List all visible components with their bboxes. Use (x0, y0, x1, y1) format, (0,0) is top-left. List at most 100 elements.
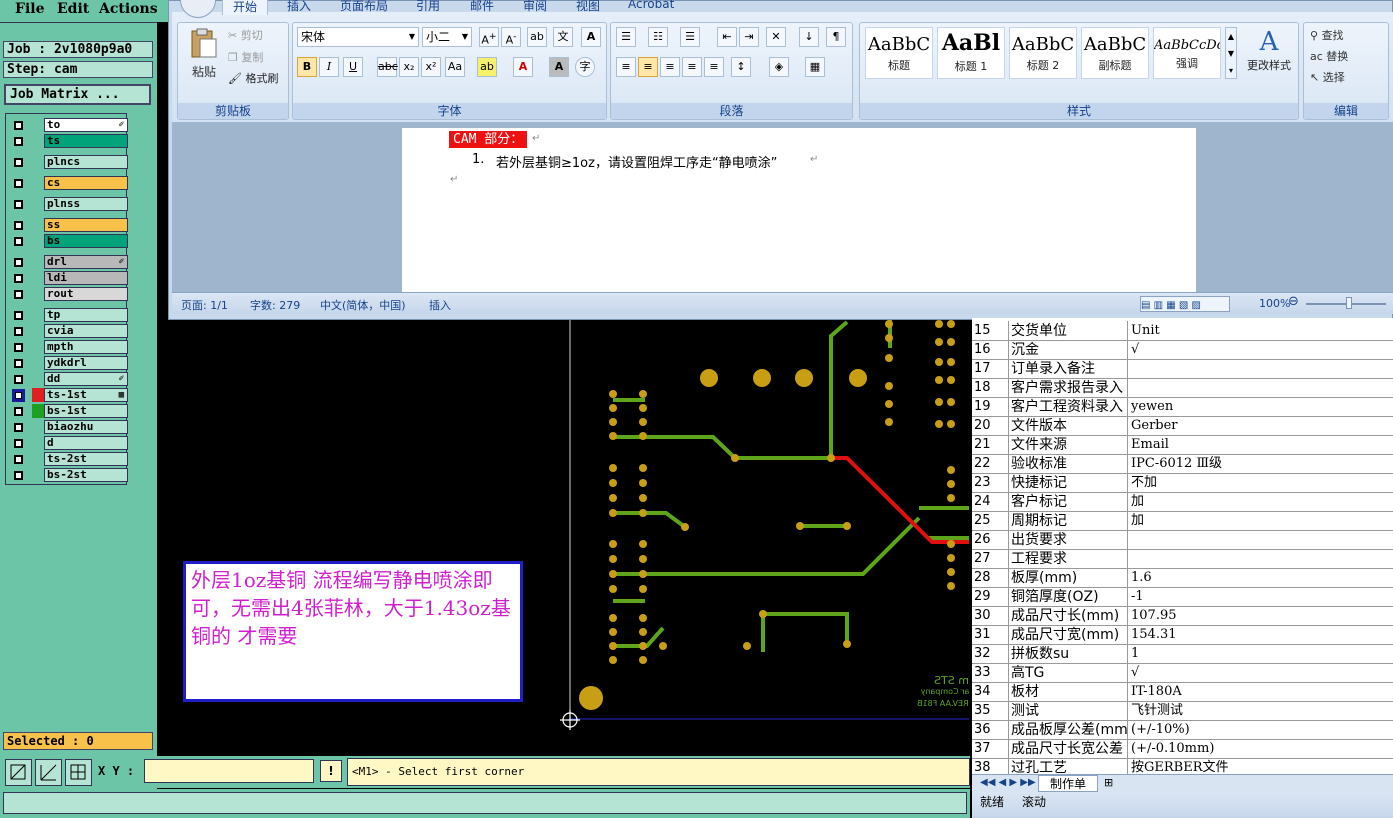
layer-name[interactable]: ss (44, 218, 128, 232)
row-label[interactable]: 交货单位 (1008, 321, 1127, 340)
zoom-area-button[interactable] (5, 759, 32, 786)
row-label[interactable]: 周期标记 (1008, 511, 1127, 530)
table-row[interactable]: 19 客户工程资料录入 yewen (972, 397, 1393, 417)
layer-name[interactable]: cvia (44, 324, 128, 338)
zoom-level[interactable]: 100% (1259, 297, 1290, 310)
view-buttons[interactable]: ▤ ▥ ▦ ▧ ▨ (1140, 296, 1230, 312)
row-label[interactable]: 高TG (1008, 663, 1127, 682)
layer-checkbox[interactable] (14, 343, 23, 352)
layer-row-drl[interactable]: drl ✐ (10, 255, 128, 269)
multilevel-list-button[interactable]: ☰ (680, 27, 700, 47)
menu-edit[interactable]: Edit (57, 1, 89, 17)
sort-button[interactable]: ↓ (799, 27, 819, 47)
change-case-button[interactable]: Aa (445, 57, 465, 77)
row-label[interactable]: 板材 (1008, 682, 1127, 701)
layer-checkbox[interactable] (14, 158, 23, 167)
table-row[interactable]: 33 高TG √ (972, 663, 1393, 683)
change-styles-button[interactable]: A 更改样式 (1240, 27, 1298, 87)
table-row[interactable]: 20 文件版本 Gerber (972, 416, 1393, 436)
measure-button[interactable] (35, 759, 62, 786)
style-subtitle[interactable]: AaBbC 副标题 (1081, 27, 1149, 79)
layer-row-ss[interactable]: ss (10, 218, 128, 232)
style-title[interactable]: AaBbC 标题 (865, 27, 933, 79)
italic-button[interactable]: I (319, 57, 339, 77)
job-matrix-button[interactable]: Job Matrix ... (4, 84, 151, 105)
tab-home[interactable]: 开始 (222, 0, 269, 15)
row-value[interactable]: 加 (1127, 492, 1393, 511)
tab-references[interactable]: 引用 (416, 0, 440, 14)
row-value[interactable]: (+/-10%) (1127, 720, 1393, 739)
row-value[interactable]: 飞针测试 (1127, 701, 1393, 720)
layer-name[interactable]: ldi (44, 271, 128, 285)
row-label[interactable]: 订单录入备注 (1008, 359, 1127, 378)
layer-checkbox[interactable] (14, 258, 23, 267)
table-row[interactable]: 21 文件来源 Email (972, 435, 1393, 455)
layer-checkbox[interactable] (14, 237, 23, 246)
table-row[interactable]: 17 订单录入备注 (972, 359, 1393, 379)
table-row[interactable]: 31 成品尺寸宽(mm) 154.31 (972, 625, 1393, 645)
layer-name[interactable]: plncs (44, 155, 128, 169)
layer-name[interactable]: bs-2st (44, 468, 128, 482)
layer-name[interactable]: ts-1st ▦ (44, 388, 128, 402)
layer-checkbox[interactable] (14, 423, 23, 432)
row-value[interactable]: yewen (1127, 397, 1393, 416)
row-value[interactable]: 1.6 (1127, 568, 1393, 587)
layer-row-rout[interactable]: rout (10, 287, 128, 301)
row-label[interactable]: 成品尺寸长宽公差 (1008, 739, 1127, 758)
layer-row-bs-1st[interactable]: bs-1st (10, 404, 128, 418)
office-button[interactable] (180, 0, 216, 18)
cut-button[interactable]: ✂ 剪切 (228, 27, 263, 43)
table-row[interactable]: 32 拼板数su 1 (972, 644, 1393, 664)
shrink-font-button[interactable]: A- (501, 27, 521, 47)
layer-row-d[interactable]: d (10, 436, 128, 450)
layer-checkbox[interactable] (14, 359, 23, 368)
row-label[interactable]: 客户工程资料录入 (1008, 397, 1127, 416)
table-row[interactable]: 25 周期标记加 (972, 511, 1393, 531)
font-color-button[interactable]: A (513, 57, 533, 77)
menu-actions[interactable]: Actions (99, 1, 158, 17)
asian-layout-button[interactable]: ✕ (766, 27, 786, 47)
styles-scroll[interactable]: ▲ ▼ ▾ (1225, 27, 1237, 79)
tab-insert[interactable]: 插入 (287, 0, 311, 14)
layer-checkbox[interactable] (14, 274, 23, 283)
table-row[interactable]: 18 客户需求报告录入 (972, 378, 1393, 398)
document-page[interactable]: CAM 部分： ↵ 1. 若外层基铜≥1oz，请设置阻焊工序走“静电喷涂” ↵ … (402, 128, 1196, 292)
layer-row-dd[interactable]: dd ✐ (10, 372, 128, 386)
layer-checkbox[interactable] (14, 137, 23, 146)
row-value[interactable]: Gerber (1127, 416, 1393, 435)
decrease-indent-button[interactable]: ⇤ (717, 27, 737, 47)
language-status[interactable]: 中文(简体，中国) (320, 297, 406, 313)
excel-sheet[interactable]: 15 交货单位 Unit 16 沉金 √ 17 订单录入备注 18 客户需求报告录入 19 客户工程资… (972, 318, 1393, 818)
table-row[interactable]: 34 板材 IT-180A (972, 682, 1393, 702)
layer-name[interactable]: rout (44, 287, 128, 301)
menu-file[interactable]: File (15, 1, 44, 17)
table-row[interactable]: 24 客户标记加 (972, 492, 1393, 512)
tab-review[interactable]: 审阅 (523, 0, 547, 14)
sheet-tab-production[interactable]: 制作单 (1038, 775, 1098, 792)
row-value[interactable]: Unit (1127, 321, 1393, 340)
char-border-button[interactable]: A (581, 27, 601, 47)
phonetic-button[interactable]: 文 (553, 27, 573, 47)
tab-view[interactable]: 视图 (576, 0, 600, 14)
layer-name[interactable]: plnss (44, 197, 128, 211)
xy-input[interactable] (144, 759, 314, 783)
align-right-button[interactable]: ≡ (660, 57, 680, 77)
row-label[interactable]: 测试 (1008, 701, 1127, 720)
row-value[interactable] (1127, 549, 1393, 568)
layer-name[interactable]: bs-1st (44, 404, 128, 418)
row-label[interactable]: 工程要求 (1008, 549, 1127, 568)
table-row[interactable]: 35 测试 飞针测试 (972, 701, 1393, 721)
row-label[interactable]: 拼板数su (1008, 644, 1127, 663)
layer-checkbox[interactable] (14, 375, 23, 384)
strikethrough-button[interactable]: abc (377, 57, 398, 77)
table-row[interactable]: 16 沉金 √ (972, 340, 1393, 360)
table-row[interactable]: 37 成品尺寸长宽公差 (+/-0.10mm) (972, 739, 1393, 759)
format-painter-button[interactable]: 🖌 格式刷 (228, 70, 278, 86)
layer-row-bs-2st[interactable]: bs-2st (10, 468, 128, 482)
table-row[interactable]: 27 工程要求 (972, 549, 1393, 569)
row-value[interactable]: 1 (1127, 644, 1393, 663)
borders-button[interactable]: ▦ (805, 57, 825, 77)
row-value[interactable]: 加 (1127, 511, 1393, 530)
highlight-button[interactable]: ab (477, 57, 497, 77)
style-emphasis[interactable]: AaBbCcDc 强调 (1153, 27, 1221, 79)
